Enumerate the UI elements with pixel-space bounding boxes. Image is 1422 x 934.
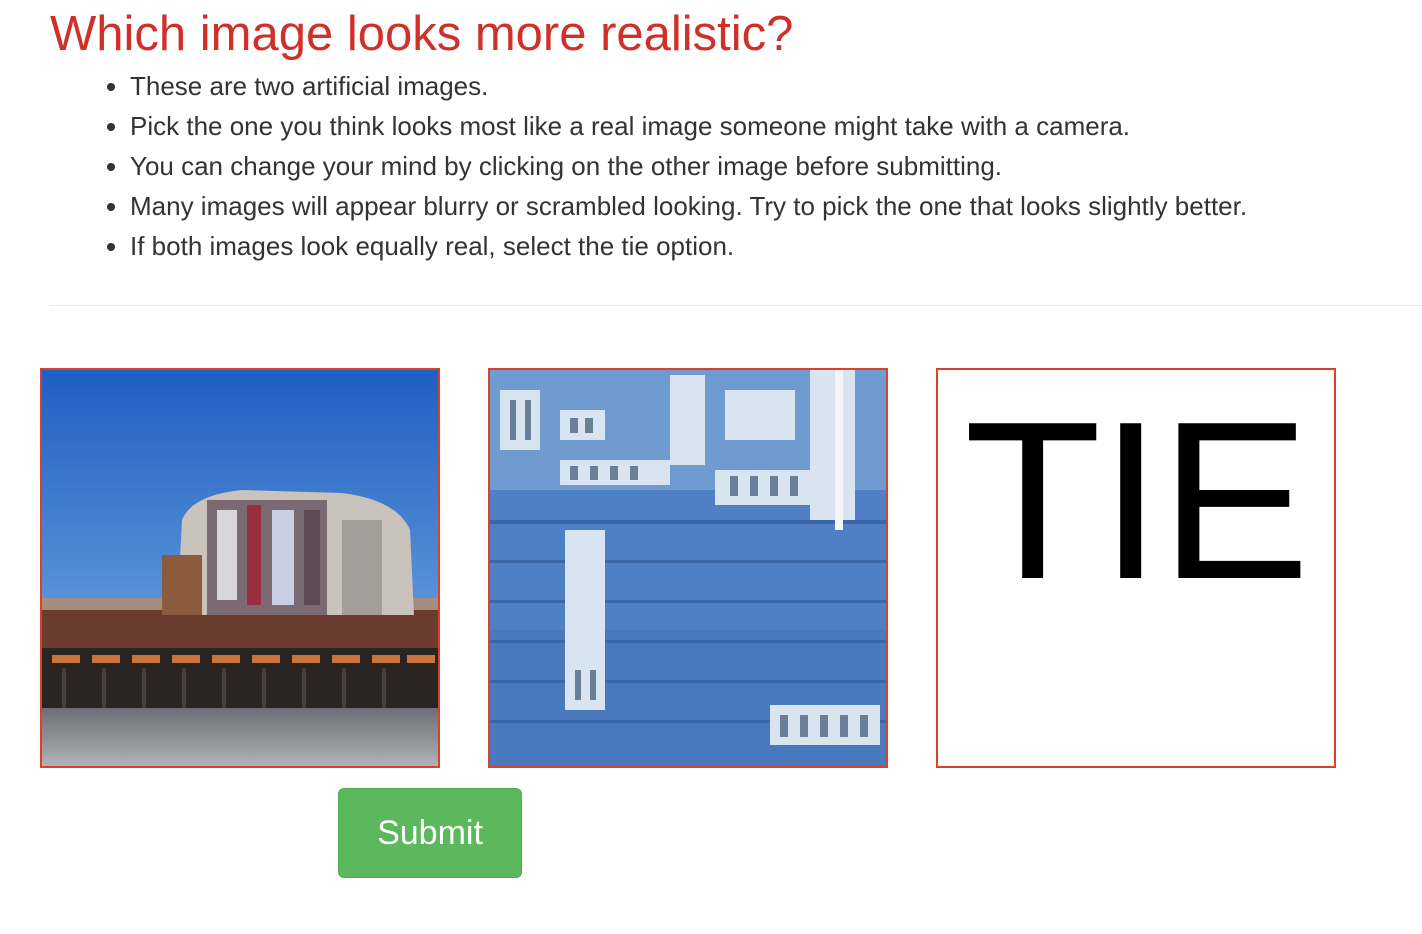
image-option-a[interactable] [40,368,440,768]
instruction-item: These are two artificial images. [130,66,1247,106]
divider [50,305,1422,306]
instruction-item: Many images will appear blurry or scramb… [130,186,1247,226]
generated-building-image [42,370,438,766]
page: Which image looks more realistic? These … [0,0,1422,934]
generated-texture-image [490,370,886,766]
image-option-b[interactable] [488,368,888,768]
page-title: Which image looks more realistic? [50,7,794,61]
instruction-item: Pick the one you think looks most like a… [130,106,1247,146]
submit-button[interactable]: Submit [338,788,522,878]
instruction-item: You can change your mind by clicking on … [130,146,1247,186]
tie-label: TIE [963,374,1310,626]
instruction-item: If both images look equally real, select… [130,226,1247,266]
tie-option[interactable]: TIE [936,368,1336,768]
instructions-list: These are two artificial images. Pick th… [100,66,1247,266]
